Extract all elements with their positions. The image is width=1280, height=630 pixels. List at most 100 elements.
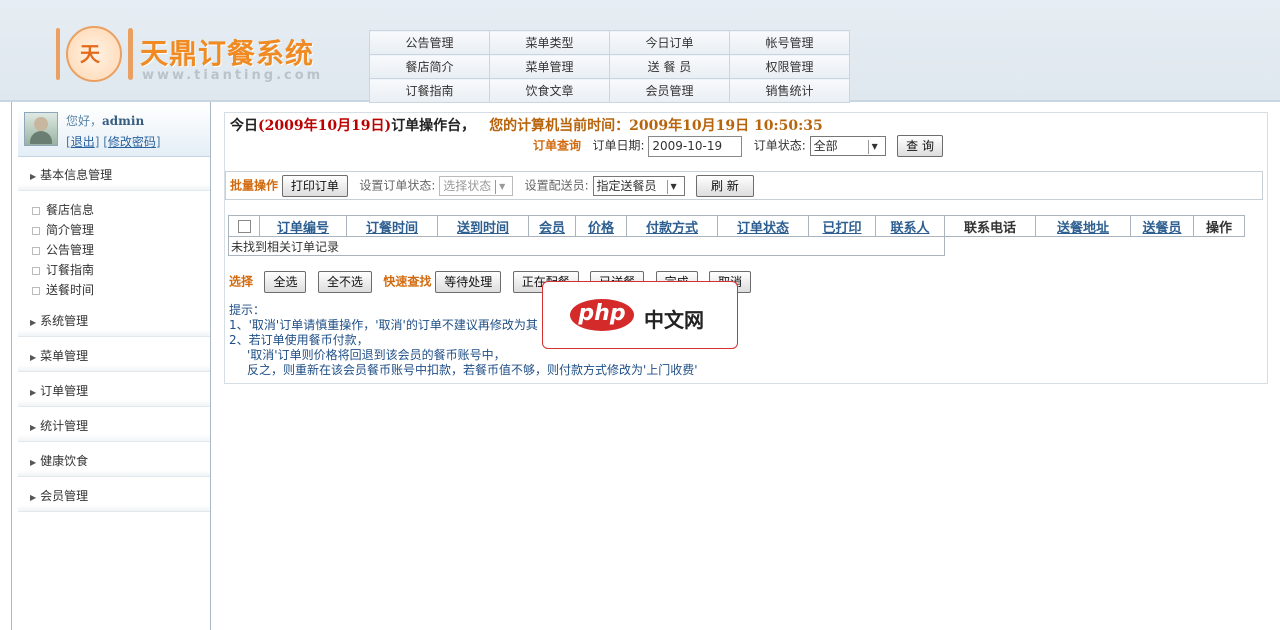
nav-food-articles[interactable]: 饮食文章 (489, 78, 610, 103)
nav-restaurant-intro[interactable]: 餐店简介 (369, 54, 490, 79)
nav-menu-type[interactable]: 菜单类型 (489, 30, 610, 55)
order-console: 今日(2009年10月19日)订单操作台， 您的计算机当前时间：2009年10月1… (224, 112, 1268, 384)
bullet-icon (32, 266, 40, 275)
menu-label: 菜单管理 (40, 349, 89, 363)
col-order-no[interactable]: 订单编号 (259, 215, 347, 237)
submenu-label: 送餐时间 (46, 283, 95, 297)
col-printed[interactable]: 已打印 (808, 215, 876, 237)
nav-order-guide[interactable]: 订餐指南 (369, 78, 490, 103)
col-price[interactable]: 价格 (575, 215, 627, 237)
courier-value: 指定送餐员 (596, 179, 657, 193)
knife-icon (128, 28, 133, 80)
submenu-label: 公告管理 (46, 243, 95, 257)
query-heading: 订单查询 (533, 138, 582, 153)
fork-icon (56, 28, 60, 80)
bullet-icon (32, 226, 40, 235)
logo-emblem: 天 (66, 26, 122, 82)
watermark-text: 中文网 (644, 308, 704, 332)
table-row: 未找到相关订单记录 (228, 236, 1245, 256)
col-courier[interactable]: 送餐员 (1130, 215, 1194, 237)
header: 天 天鼎订餐系统 www.tianting.com 公告管理 菜单类型 今日订单… (0, 0, 1280, 103)
bullet-icon (32, 246, 40, 255)
select-all-button[interactable]: 全选 (264, 271, 307, 293)
submenu-label: 订餐指南 (46, 263, 95, 277)
current-time: 您的计算机当前时间：2009年10月19日 10:50:35 (489, 118, 823, 134)
search-button[interactable]: 查 询 (897, 135, 943, 157)
site-logo[interactable]: 天 天鼎订餐系统 www.tianting.com (56, 24, 320, 86)
caret-right-icon: ▶ (30, 172, 37, 181)
tips-line: 反之，则重新在该会员餐币账号中扣款，若餐币值不够，则付款方式修改为'上门收费' (247, 363, 698, 377)
nav-permission-mgmt[interactable]: 权限管理 (729, 54, 850, 79)
col-order-status[interactable]: 订单状态 (717, 215, 809, 237)
status-value: 全部 (813, 139, 838, 153)
menu-orders[interactable]: ▶ 订单管理 (18, 376, 210, 407)
user-box: 您好，admin [退出] [修改密码] (18, 106, 210, 157)
col-actions: 操作 (1193, 215, 1245, 237)
page-title: 今日(2009年10月19日)订单操作台， 您的计算机当前时间：2009年10月1… (230, 115, 823, 135)
avatar (24, 112, 58, 146)
menu-label: 健康饮食 (40, 454, 89, 468)
filter-pending-button[interactable]: 等待处理 (435, 271, 502, 293)
caret-right-icon: ▶ (30, 318, 37, 327)
bullet-icon (32, 286, 40, 295)
courier-select[interactable]: 指定送餐员 ▼ (592, 176, 685, 196)
table-header-row: 订单编号 订餐时间 送到时间 会员 价格 付款方式 订单状态 已打印 联系人 联… (228, 215, 1245, 237)
col-payment[interactable]: 付款方式 (626, 215, 718, 237)
col-phone: 联系电话 (944, 215, 1036, 237)
nav-menu-mgmt[interactable]: 菜单管理 (489, 54, 610, 79)
order-date-input[interactable]: 2009-10-19 (648, 135, 743, 157)
set-status-select[interactable]: 选择状态 ▼ (439, 176, 514, 196)
logo-url: www.tianting.com (142, 68, 324, 83)
col-order-time[interactable]: 订餐时间 (346, 215, 438, 237)
menu-members[interactable]: ▶ 会员管理 (18, 481, 210, 512)
title-date: (2009年10月19日) (258, 118, 392, 134)
col-address[interactable]: 送餐地址 (1035, 215, 1131, 237)
menu-label: 会员管理 (40, 489, 89, 503)
nav-member-mgmt[interactable]: 会员管理 (609, 78, 730, 103)
nav-notice-mgmt[interactable]: 公告管理 (369, 30, 490, 55)
submenu-order-guide[interactable]: 订餐指南 (32, 261, 94, 278)
set-courier-label: 设置配送员: (524, 178, 589, 193)
dropdown-arrow-icon: ▼ (495, 179, 508, 194)
sidebar: 您好，admin [退出] [修改密码] ▶ 基本信息管理 餐店信息 简介管理 公… (11, 102, 211, 630)
user-links: [退出] [修改密码] (66, 135, 161, 149)
print-orders-button[interactable]: 打印订单 (281, 175, 348, 197)
nav-couriers[interactable]: 送 餐 员 (609, 54, 730, 79)
nav-account-mgmt[interactable]: 帐号管理 (729, 30, 850, 55)
order-status-select[interactable]: 全部 ▼ (809, 136, 886, 156)
select-none-button[interactable]: 全不选 (317, 271, 372, 293)
col-contact[interactable]: 联系人 (875, 215, 945, 237)
date-label: 订单日期: (592, 138, 645, 153)
logo-char: 天 (80, 42, 100, 66)
nav-sales-stats[interactable]: 销售统计 (729, 78, 850, 103)
menu-healthy-food[interactable]: ▶ 健康饮食 (18, 446, 210, 477)
caret-right-icon: ▶ (30, 388, 37, 397)
submenu-delivery-time[interactable]: 送餐时间 (32, 281, 94, 298)
order-query: 订单查询 订单日期: 2009-10-19 订单状态: 全部 ▼ 查 询 (533, 135, 943, 157)
col-member[interactable]: 会员 (528, 215, 576, 237)
nav-today-orders[interactable]: 今日订单 (609, 30, 730, 55)
top-nav: 公告管理 菜单类型 今日订单 帐号管理 餐店简介 菜单管理 送 餐 员 权限管理… (369, 30, 850, 103)
caret-right-icon: ▶ (30, 458, 37, 467)
menu-menu-mgmt[interactable]: ▶ 菜单管理 (18, 341, 210, 372)
logout-link[interactable]: 退出 (71, 135, 95, 149)
change-password-link[interactable]: 修改密码 (108, 135, 156, 149)
submenu-notice-mgmt[interactable]: 公告管理 (32, 241, 94, 258)
php-logo: php (570, 299, 634, 331)
menu-stats[interactable]: ▶ 统计管理 (18, 411, 210, 442)
batch-heading: 批量操作 (230, 178, 279, 193)
refresh-button[interactable]: 刷 新 (695, 175, 754, 197)
menu-label: 统计管理 (40, 419, 89, 433)
username: admin (102, 114, 145, 128)
col-delivery-time[interactable]: 送到时间 (437, 215, 529, 237)
submenu-restaurant-info[interactable]: 餐店信息 (32, 201, 94, 218)
dropdown-arrow-icon: ▼ (666, 179, 680, 194)
logo-title: 天鼎订餐系统 (140, 37, 315, 70)
menu-basic-info[interactable]: ▶ 基本信息管理 (18, 160, 210, 191)
menu-system[interactable]: ▶ 系统管理 (18, 306, 210, 337)
title-suffix: 订单操作台， (391, 118, 476, 134)
title-prefix: 今日 (230, 118, 258, 134)
watermark-overlay: php 中文网 (542, 281, 738, 349)
select-all-checkbox[interactable] (237, 219, 251, 233)
submenu-intro-mgmt[interactable]: 简介管理 (32, 221, 94, 238)
